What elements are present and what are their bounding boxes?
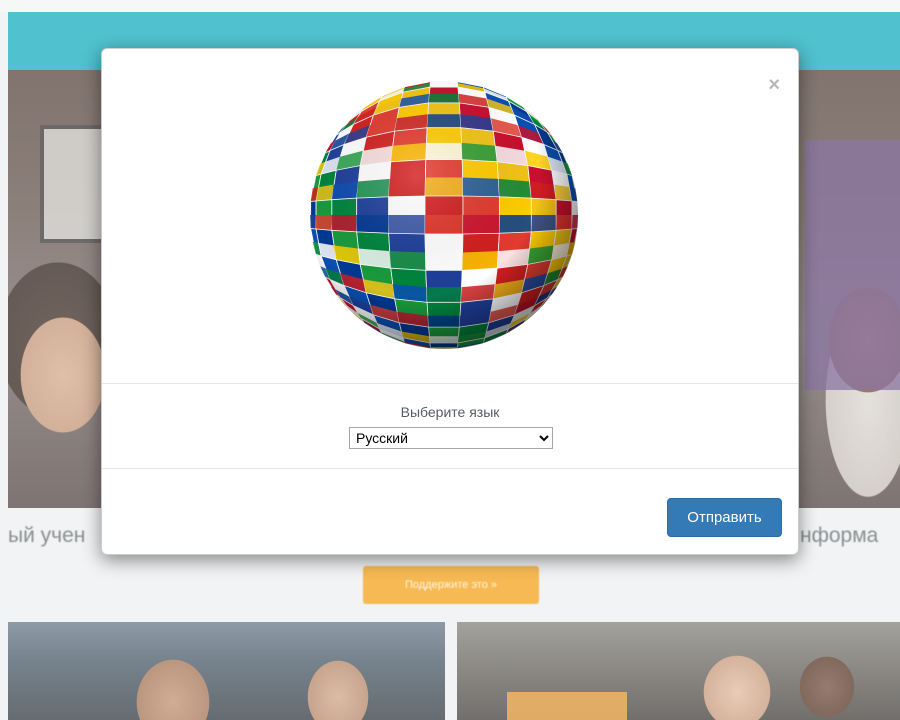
globe-graphic [310, 81, 578, 349]
modal-body: Выберите язык Русский [102, 384, 798, 469]
flags-globe-icon [308, 79, 580, 351]
modal-footer: Отправить [102, 469, 798, 555]
language-prompt: Выберите язык [400, 404, 500, 420]
close-button[interactable]: × [768, 75, 780, 95]
language-modal: × Выберите язык Русский Отправить [101, 48, 799, 555]
language-select[interactable]: Русский [349, 427, 553, 449]
submit-button[interactable]: Отправить [667, 498, 782, 537]
modal-header: × [102, 49, 798, 384]
